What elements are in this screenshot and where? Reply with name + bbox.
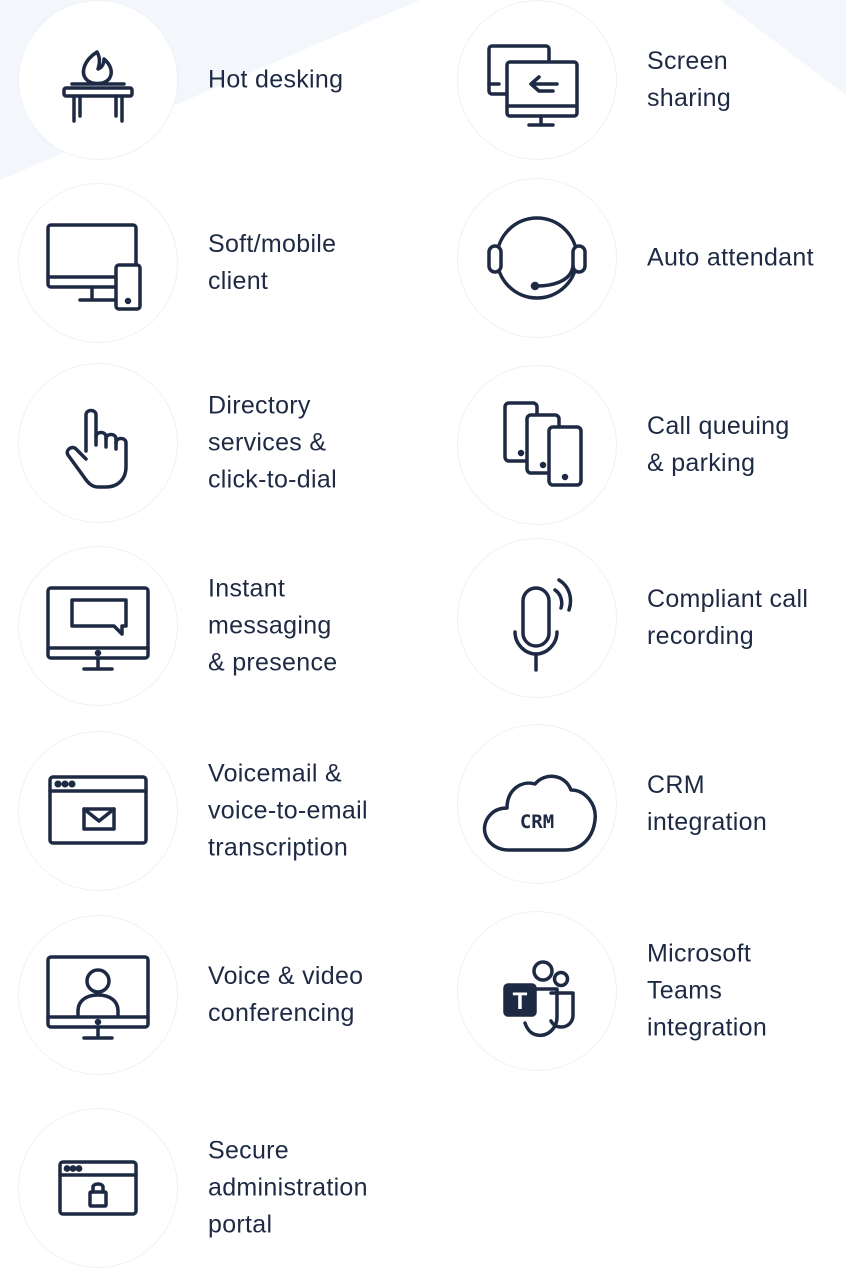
icon-circle: [457, 178, 617, 338]
icon-circle: [457, 365, 617, 525]
feature-label-line: Hot desking: [208, 65, 344, 94]
feature-label-line: portal: [208, 1210, 273, 1239]
icon-circle: [18, 731, 178, 891]
feature-directory-services: Directory services & click-to-dial: [18, 363, 428, 523]
feature-label-line: Teams: [647, 976, 723, 1005]
feature-soft-mobile-client: Soft/mobile client: [18, 183, 428, 343]
email-window-icon: [48, 775, 148, 845]
feature-label: Voice & video conferencing: [208, 958, 408, 1032]
stacked-phones-icon: [503, 401, 583, 487]
video-call-monitor-icon: [46, 955, 150, 1040]
feature-instant-messaging: Instant messaging & presence: [18, 546, 428, 706]
feature-label: Call queuing & parking: [647, 408, 846, 482]
feature-label: Voicemail & voice-to-email transcription: [208, 756, 408, 867]
feature-label-line: CRM: [647, 771, 705, 799]
feature-label-line: click-to-dial: [208, 465, 337, 494]
icon-circle: T: [457, 911, 617, 1071]
icon-circle: [18, 183, 178, 343]
feature-list: Hot desking Screen sharing Soft/mobile c…: [0, 0, 846, 1268]
microsoft-teams-icon: T: [503, 960, 575, 1038]
feature-label-line: client: [208, 267, 269, 295]
crm-icon-text: CRM: [520, 811, 554, 833]
icon-circle: [18, 546, 178, 706]
crm-cloud-icon: CRM: [482, 774, 597, 852]
chat-monitor-icon: [46, 586, 150, 671]
feature-label-line: Instant: [208, 574, 286, 603]
monitor-and-phone-icon: [46, 223, 142, 311]
feature-label-line: Screen: [647, 47, 729, 75]
feature-call-recording: Compliant call recording: [457, 538, 846, 698]
feature-label-line: Voice & video: [208, 962, 364, 990]
feature-label-line: Voicemail &: [208, 759, 342, 788]
pointing-hand-icon: [65, 408, 128, 489]
feature-label-line: sharing: [647, 84, 732, 112]
feature-label: Microsoft Teams integration: [647, 936, 846, 1047]
feature-label-line: Call queuing: [647, 412, 790, 440]
feature-label-line: Directory: [208, 391, 311, 420]
icon-circle: [457, 0, 617, 160]
icon-circle: [18, 1108, 178, 1268]
feature-label-line: messaging: [208, 611, 332, 640]
feature-label-line: voice-to-email: [208, 796, 368, 825]
feature-label-line: Soft/mobile: [208, 230, 337, 258]
feature-voicemail: Voicemail & voice-to-email transcription: [18, 731, 428, 891]
feature-auto-attendant: Auto attendant: [457, 178, 846, 338]
feature-label: Auto attendant: [647, 240, 846, 277]
feature-secure-admin-portal: Secure administration portal: [18, 1108, 428, 1268]
icon-circle: [18, 915, 178, 1075]
secure-portal-icon: [58, 1160, 138, 1216]
feature-label-line: Microsoft: [647, 939, 752, 968]
icon-circle: [457, 538, 617, 698]
feature-label-line: & presence: [208, 648, 338, 677]
icon-circle: [18, 363, 178, 523]
feature-label-line: recording: [647, 622, 754, 650]
teams-icon-text: T: [513, 988, 528, 1015]
feature-microsoft-teams: T Microsoft Teams integration: [457, 911, 846, 1071]
headset-icon: [487, 216, 587, 300]
screen-sharing-icon: [487, 44, 579, 127]
feature-crm-integration: CRM CRM integration: [457, 724, 846, 884]
feature-label: Instant messaging & presence: [208, 571, 408, 682]
feature-label-line: Auto attendant: [647, 243, 814, 272]
feature-label: CRM integration: [647, 767, 846, 841]
feature-label-line: conferencing: [208, 999, 355, 1027]
feature-label-line: Secure: [208, 1136, 290, 1165]
icon-circle: CRM: [457, 724, 617, 884]
feature-hot-desking: Hot desking: [18, 0, 428, 160]
feature-label-line: services &: [208, 428, 327, 457]
feature-video-conferencing: Voice & video conferencing: [18, 915, 428, 1075]
feature-label-line: transcription: [208, 833, 349, 862]
feature-label-line: administration: [208, 1173, 368, 1202]
feature-label: Compliant call recording: [647, 581, 846, 655]
feature-label-line: Compliant call: [647, 585, 809, 613]
feature-screen-sharing: Screen sharing: [457, 0, 846, 160]
feature-label: Screen sharing: [647, 43, 846, 117]
feature-call-queuing: Call queuing & parking: [457, 365, 846, 525]
icon-circle: [18, 0, 178, 160]
feature-label: Soft/mobile client: [208, 226, 408, 300]
feature-label: Directory services & click-to-dial: [208, 388, 408, 499]
feature-label-line: integration: [647, 808, 768, 836]
microphone-icon: [513, 578, 573, 672]
feature-label: Secure administration portal: [208, 1133, 408, 1244]
feature-label: Hot desking: [208, 62, 408, 99]
feature-label-line: & parking: [647, 449, 756, 477]
flame-on-table-icon: [62, 50, 134, 123]
feature-label-line: integration: [647, 1013, 768, 1042]
